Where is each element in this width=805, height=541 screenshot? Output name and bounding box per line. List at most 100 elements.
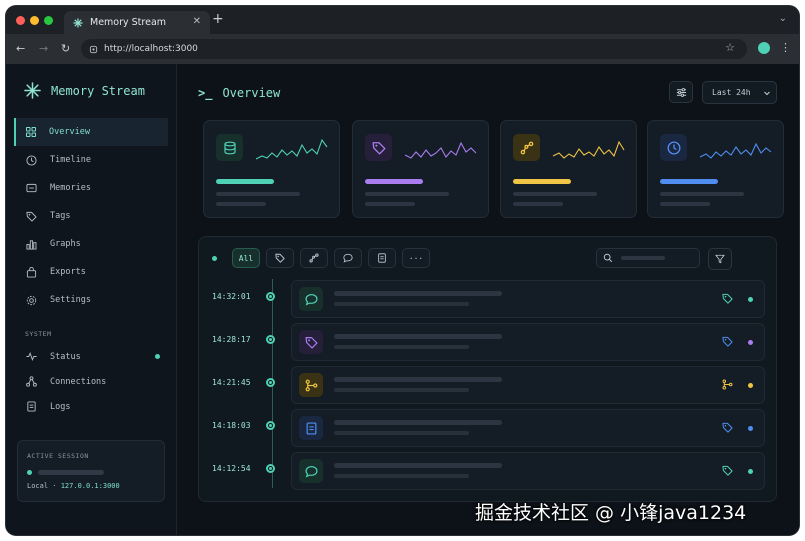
sidebar-item-exports[interactable]: Exports [14, 258, 168, 286]
filter-messages-chip[interactable] [334, 248, 362, 268]
bookmark-star-icon[interactable]: ☆ [725, 41, 735, 54]
sidebar-item-label: Overview [49, 127, 90, 137]
event-status-dot [748, 297, 753, 302]
event-time: 14:21:45 [212, 378, 251, 387]
event-card[interactable] [291, 452, 765, 490]
event-placeholder-line [334, 463, 502, 468]
card-placeholder-line [660, 202, 710, 206]
message-icon [304, 293, 318, 305]
timeline-row: 14:32:01 [199, 280, 778, 318]
grid-icon [26, 127, 36, 137]
stat-card-graph[interactable] [500, 120, 637, 218]
filter-bar: All ··· [212, 248, 430, 268]
main-content: >_ Overview Last 24h All ··· 14:32:01 14… [177, 64, 799, 535]
event-placeholder-line [334, 420, 502, 425]
graph-icon [520, 141, 533, 154]
event-card[interactable] [291, 366, 765, 404]
tag-icon [372, 141, 385, 154]
timeline-row: 14:28:17 [199, 323, 778, 361]
event-placeholder-line [334, 334, 502, 339]
site-info-icon[interactable] [89, 45, 98, 54]
sidebar-item-label: Timeline [50, 155, 91, 165]
tab-bar: Memory Stream ✕ + ⌄ [6, 6, 799, 34]
timeline-node [266, 464, 275, 473]
new-tab-button[interactable]: + [212, 11, 224, 27]
document-icon [306, 421, 316, 435]
card-accent-bar [513, 179, 571, 184]
session-placeholder-bar [38, 470, 104, 475]
sidebar-item-connections[interactable]: Connections [14, 369, 168, 394]
stat-card-tags[interactable] [352, 120, 489, 218]
browser-menu-icon[interactable]: ⋮ [780, 41, 791, 54]
bar-chart-icon [26, 239, 37, 250]
card-accent-bar [365, 179, 423, 184]
card-accent-bar [660, 179, 718, 184]
session-host: Local · 127.0.0.1:3000 [27, 482, 120, 490]
sidebar-item-memories[interactable]: Memories [14, 174, 168, 202]
sidebar-item-label: Graphs [50, 239, 81, 249]
close-window-button[interactable] [16, 16, 25, 25]
browser-tab[interactable]: Memory Stream ✕ [64, 11, 210, 34]
tag-icon[interactable] [722, 293, 733, 304]
graph-icon [305, 379, 317, 391]
forward-arrow-icon[interactable]: → [39, 42, 48, 55]
session-host-ip: 127.0.0.1:3000 [60, 482, 120, 490]
sidebar-item-status[interactable]: Status [14, 344, 168, 369]
tab-menu-chevron-icon[interactable]: ⌄ [779, 13, 787, 24]
sidebar-item-timeline[interactable]: Timeline [14, 146, 168, 174]
pulse-icon [26, 352, 37, 361]
view-settings-button[interactable] [669, 81, 693, 103]
sidebar-item-graphs[interactable]: Graphs [14, 230, 168, 258]
minimize-window-button[interactable] [30, 16, 39, 25]
filter-all-chip[interactable]: All [232, 248, 260, 268]
event-placeholder-line [334, 291, 502, 296]
filter-graph-chip[interactable] [300, 248, 328, 268]
sidebar-item-overview[interactable]: Overview [14, 118, 168, 146]
tag-icon[interactable] [722, 336, 733, 347]
event-placeholder-line [334, 377, 502, 382]
event-status-dot [748, 469, 753, 474]
feed-search-input[interactable] [596, 248, 700, 268]
tag-icon [275, 253, 285, 263]
event-time: 14:28:17 [212, 335, 251, 344]
page-title: >_ Overview [198, 86, 280, 100]
search-icon [603, 253, 613, 263]
sidebar-item-label: Connections [50, 376, 107, 387]
search-placeholder-bar [621, 256, 665, 260]
filter-tags-chip[interactable] [266, 248, 294, 268]
filter-documents-chip[interactable] [368, 248, 396, 268]
sidebar-item-tags[interactable]: Tags [14, 202, 168, 230]
url-field[interactable]: http://localhost:3000 ☆ [81, 39, 747, 59]
card-placeholder-line [513, 202, 563, 206]
back-arrow-icon[interactable]: ← [16, 42, 25, 55]
close-tab-icon[interactable]: ✕ [193, 16, 201, 27]
session-status-dot [27, 470, 32, 475]
sparkline-teal [256, 138, 328, 160]
live-indicator-dot [212, 255, 217, 261]
sidebar-item-label: Settings [50, 295, 91, 305]
event-feed: All ··· 14:32:01 14:28:17 14:21:45 14:18… [198, 236, 777, 502]
sidebar-item-label: Status [50, 351, 81, 362]
tag-icon[interactable] [722, 465, 733, 476]
graph-icon[interactable] [722, 379, 733, 390]
event-card[interactable] [291, 409, 765, 447]
feed-filter-button[interactable] [708, 248, 732, 270]
stat-card-database[interactable] [203, 120, 340, 218]
card-icon-tile [365, 134, 392, 161]
session-host-prefix: Local · [27, 482, 61, 490]
event-card[interactable] [291, 280, 765, 318]
status-online-dot [155, 354, 160, 359]
event-status-dot [748, 383, 753, 388]
maximize-window-button[interactable] [44, 16, 53, 25]
asterisk-logo-icon [24, 82, 41, 99]
event-card[interactable] [291, 323, 765, 361]
tag-icon[interactable] [722, 422, 733, 433]
address-bar: ← → ↻ http://localhost:3000 ☆ ⋮ [6, 34, 799, 64]
filter-more-chip[interactable]: ··· [402, 248, 430, 268]
reload-icon[interactable]: ↻ [61, 42, 70, 55]
profile-avatar[interactable] [758, 42, 770, 54]
stat-card-clock[interactable] [647, 120, 784, 218]
sidebar-item-logs[interactable]: Logs [14, 394, 168, 419]
time-range-select[interactable]: Last 24h [702, 81, 777, 104]
sidebar-item-settings[interactable]: Settings [14, 286, 168, 314]
